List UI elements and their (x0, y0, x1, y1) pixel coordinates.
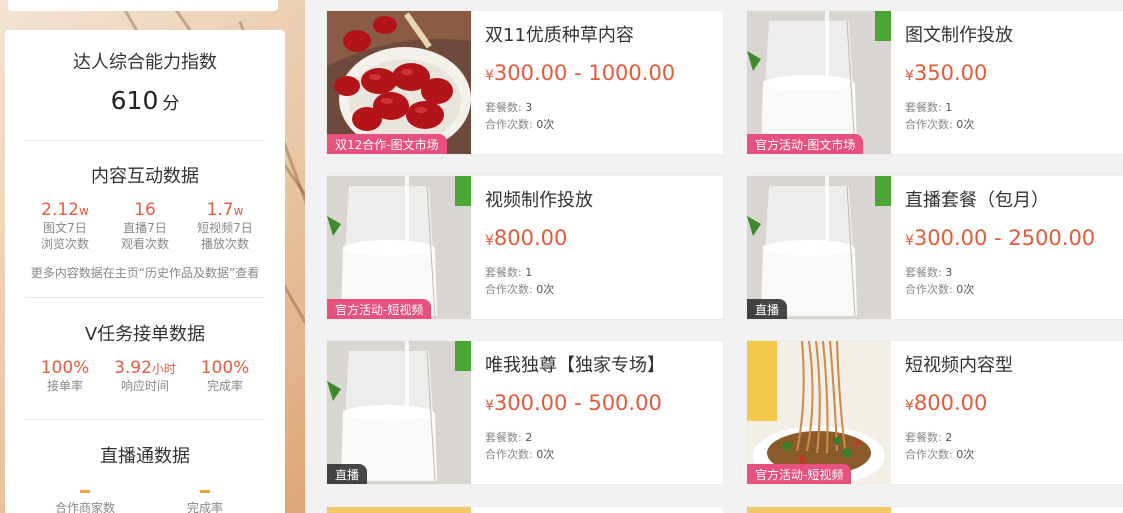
stat-completion-rate: 100% 完成率 (200, 358, 250, 393)
service-card[interactable]: 双12合作-图文市场 双11优质种草内容 ¥300.00 - 1000.00 套… (326, 10, 724, 155)
partial-card (746, 506, 1123, 513)
live-title: 直播通数据 (100, 446, 190, 467)
service-tag: 直播 (327, 464, 368, 484)
ability-section: 达人综合能力指数 610 分 (25, 48, 265, 115)
stat-partner-merchants: 合作商家数 (45, 490, 125, 513)
service-tag: 官方活动-图文市场 (747, 134, 864, 154)
service-price: ¥800.00 (905, 391, 988, 415)
service-meta: 套餐数: 2 合作次数: 0次 (905, 431, 975, 461)
service-title[interactable]: 直播套餐（包月） (905, 186, 1049, 212)
service-card[interactable]: 官方活动-短视频 短视频内容型 ¥800.00 套餐数: 2 合作次数: 0次 (746, 340, 1123, 485)
content-interaction-title: 内容互动数据 (91, 166, 199, 187)
service-title[interactable]: 短视频内容型 (905, 351, 1013, 377)
v-task-section: V任务接单数据 100% 接单率 3.92小时 响应时间 100% 完成率 (25, 320, 265, 394)
stat-article-views: 2.12w 图文7日 浏览次数 (40, 200, 89, 251)
service-price: ¥800.00 (485, 226, 568, 250)
stat-accept-rate: 100% 接单率 (40, 358, 90, 393)
partial-card (326, 506, 724, 513)
service-tag: 官方活动-短视频 (327, 299, 432, 319)
stat-video-plays: 1.7w 短视频7日 播放次数 (197, 200, 253, 251)
service-title[interactable]: 唯我独尊【独家专场】 (485, 351, 665, 377)
divider (25, 140, 265, 141)
live-section: 直播通数据 合作商家数 完成率 (25, 442, 265, 513)
service-card[interactable]: 官方活动-图文市场 图文制作投放 ¥350.00 套餐数: 1 合作次数: 0次 (746, 10, 1123, 155)
service-meta: 套餐数: 3 合作次数: 0次 (905, 266, 975, 296)
more-data-note[interactable]: 更多内容数据在主页“历史作品及数据”查看 (25, 264, 265, 281)
v-task-title: V任务接单数据 (84, 324, 206, 345)
divider (25, 297, 265, 298)
influencer-stats-panel: 达人综合能力指数 610 分 内容互动数据 2.12w 图文7日 浏览次数 16 … (5, 30, 285, 513)
service-price: ¥300.00 - 500.00 (485, 391, 662, 415)
service-thumbnail[interactable]: 双12合作-图文市场 (327, 11, 471, 154)
score-value: 610 (110, 86, 159, 115)
service-tag: 双12合作-图文市场 (327, 134, 447, 154)
ability-score: 610 分 (25, 86, 265, 115)
service-title[interactable]: 图文制作投放 (905, 21, 1013, 47)
service-title[interactable]: 视频制作投放 (485, 186, 593, 212)
service-price: ¥300.00 - 1000.00 (485, 61, 676, 85)
divider (25, 419, 265, 420)
service-card[interactable]: 官方活动-短视频 视频制作投放 ¥800.00 套餐数: 1 合作次数: 0次 (326, 175, 724, 320)
service-title[interactable]: 双11优质种草内容 (485, 21, 634, 47)
service-thumbnail[interactable]: 官方活动-短视频 (327, 176, 471, 319)
service-price: ¥300.00 - 2500.00 (905, 226, 1096, 250)
service-thumbnail[interactable]: 官方活动-图文市场 (747, 11, 891, 154)
service-price: ¥350.00 (905, 61, 988, 85)
service-tag: 直播 (747, 299, 788, 319)
service-card[interactable]: 直播 直播套餐（包月） ¥300.00 - 2500.00 套餐数: 3 合作次… (746, 175, 1123, 320)
service-meta: 套餐数: 3 合作次数: 0次 (485, 101, 555, 131)
service-thumbnail[interactable]: 直播 (747, 176, 891, 319)
service-meta: 套餐数: 1 合作次数: 0次 (485, 266, 555, 296)
service-thumbnail[interactable]: 直播 (327, 341, 471, 484)
service-card[interactable]: 直播 唯我独尊【独家专场】 ¥300.00 - 500.00 套餐数: 2 合作… (326, 340, 724, 485)
stat-live-views: 16 直播7日 观看次数 (120, 200, 169, 251)
service-thumbnail[interactable]: 官方活动-短视频 (747, 341, 891, 484)
ability-title: 达人综合能力指数 (73, 52, 217, 73)
service-meta: 套餐数: 1 合作次数: 0次 (905, 101, 975, 131)
content-interaction-section: 内容互动数据 2.12w 图文7日 浏览次数 16 直播7日 观看次数 1.7w… (25, 162, 265, 281)
stat-response-time: 3.92小时 响应时间 (114, 358, 176, 393)
service-meta: 套餐数: 2 合作次数: 0次 (485, 431, 555, 461)
stat-live-completion: 完成率 (165, 490, 245, 513)
service-tag: 官方活动-短视频 (747, 464, 852, 484)
score-unit: 分 (162, 94, 180, 114)
top-card-edge (8, 0, 278, 11)
